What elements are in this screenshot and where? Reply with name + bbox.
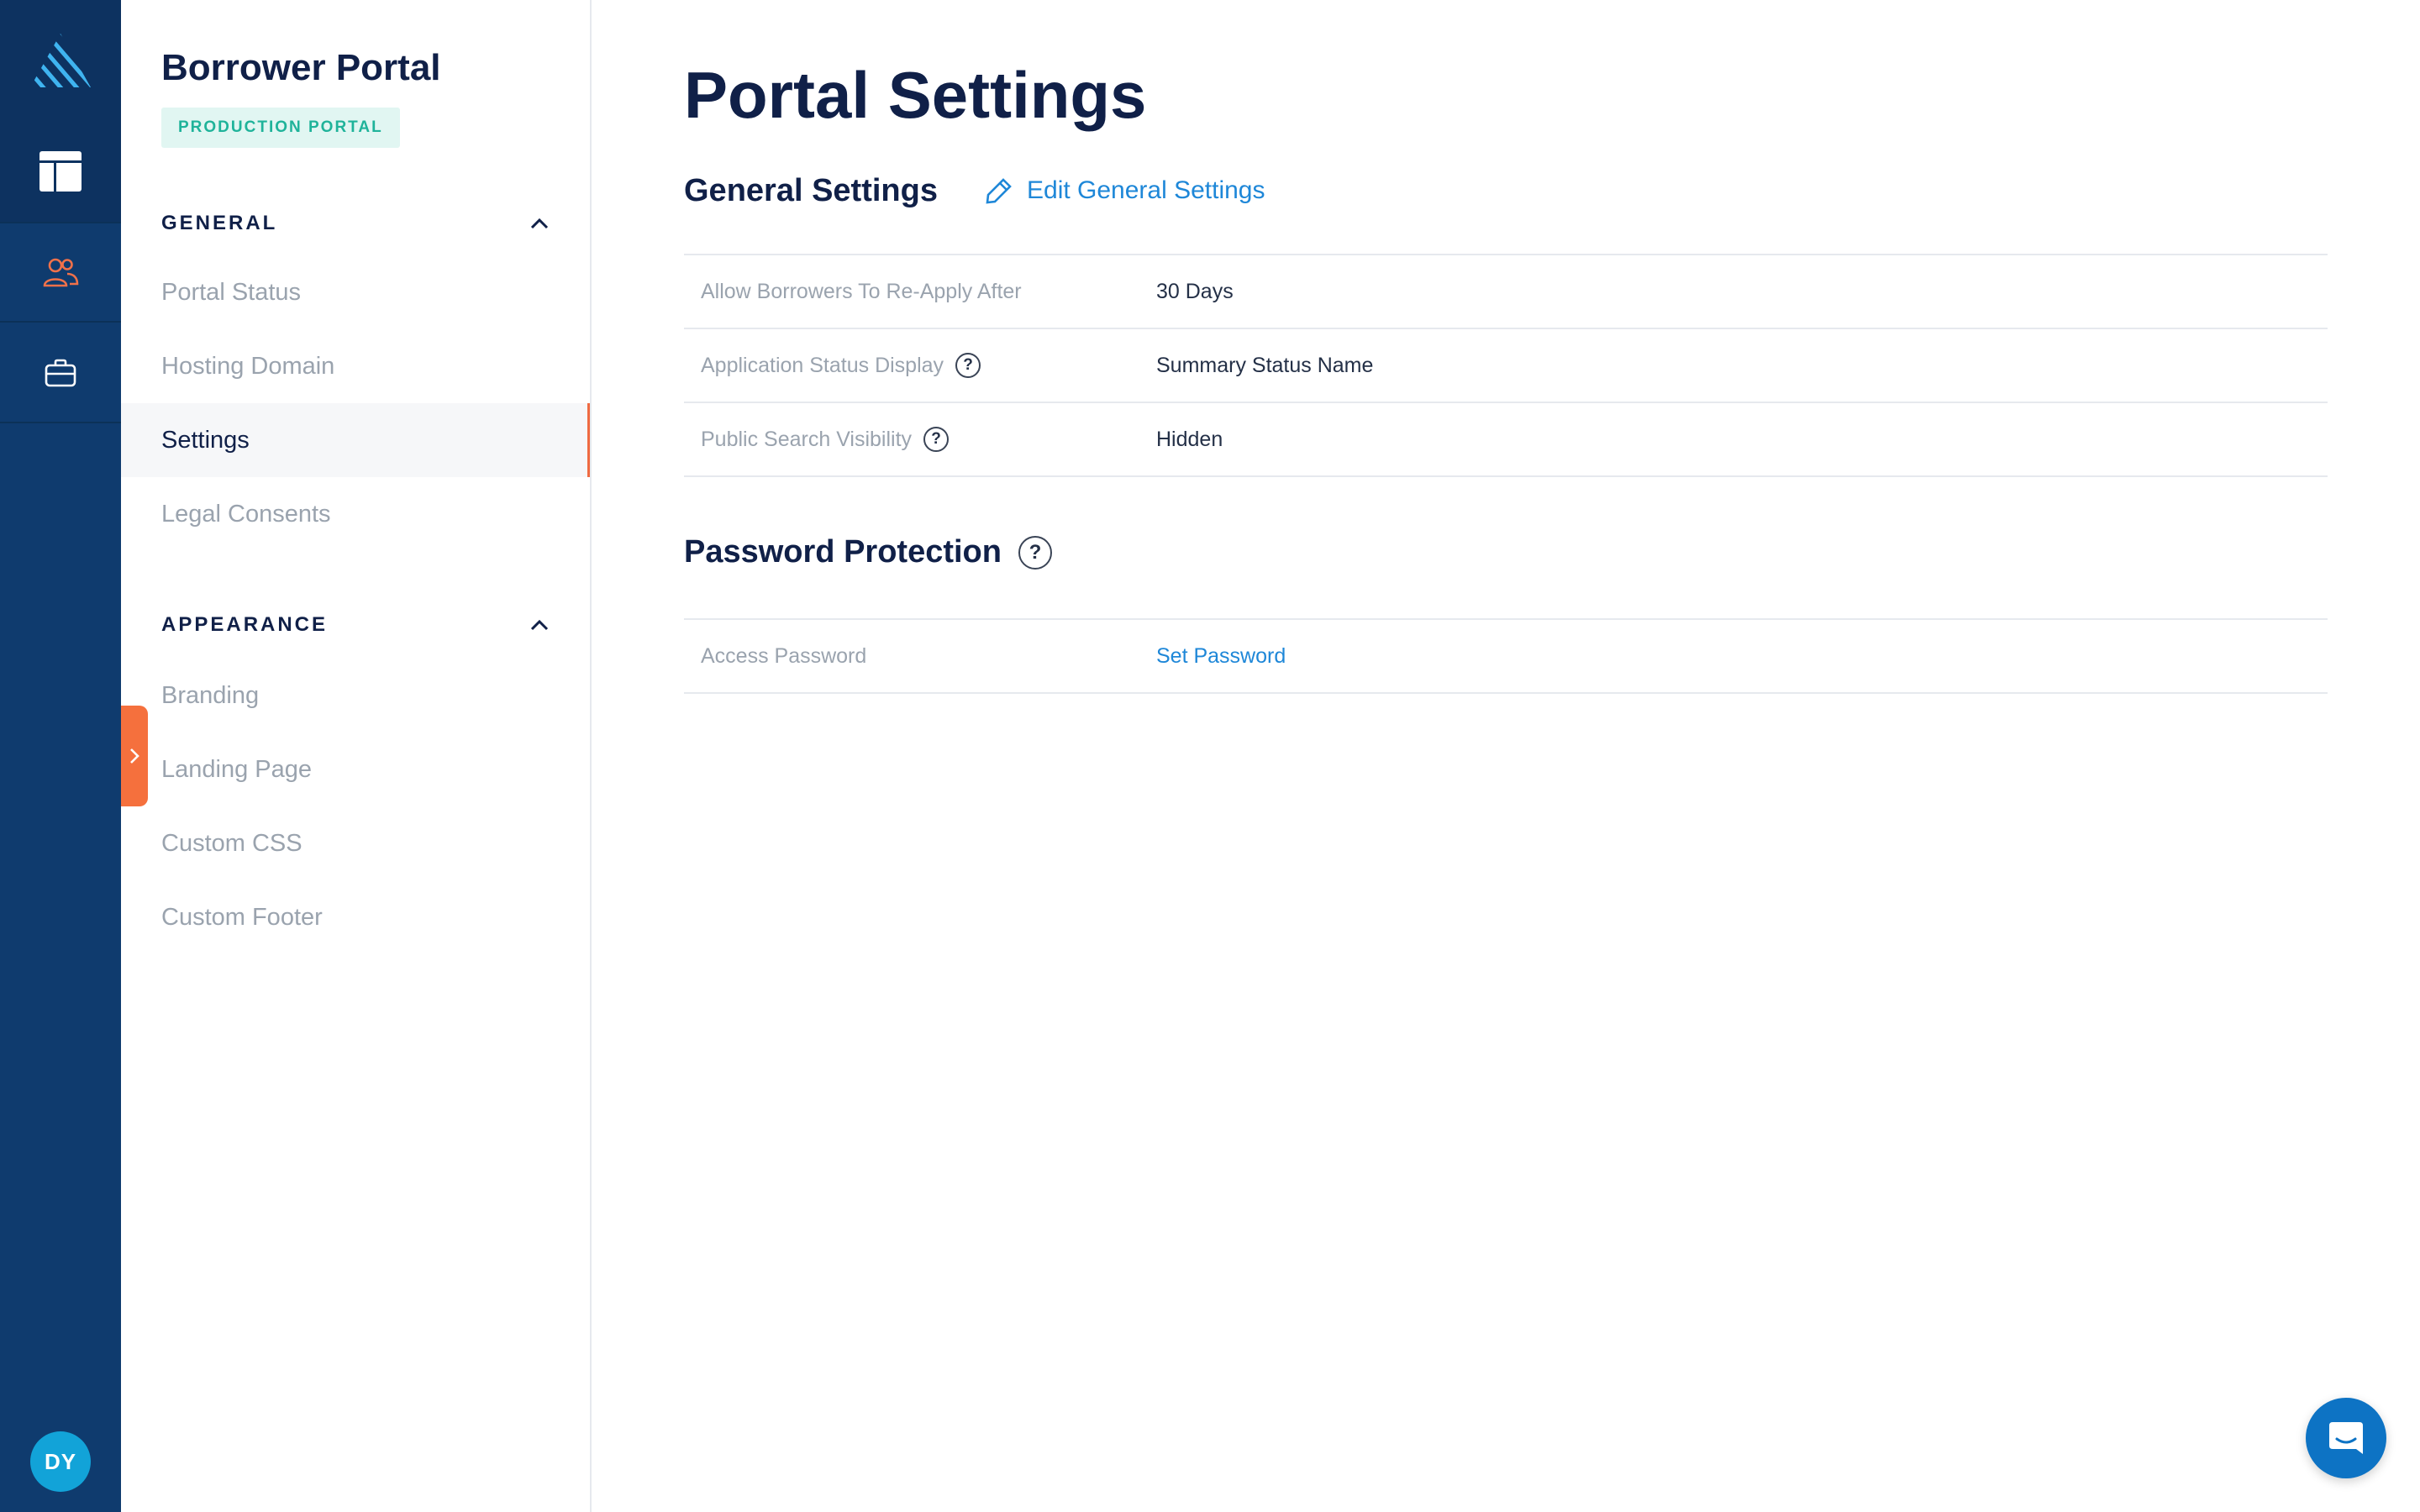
sidebar-item-custom-css[interactable]: Custom CSS xyxy=(121,806,590,880)
table-row: Public Search Visibility ? Hidden xyxy=(684,403,2328,477)
row-value: 30 Days xyxy=(1156,279,1234,303)
section-appearance-heading: APPEARANCE xyxy=(161,613,329,636)
logo-icon[interactable] xyxy=(0,0,121,121)
avatar[interactable]: DY xyxy=(30,1431,91,1492)
row-label: Application Status Display ? xyxy=(684,353,1156,378)
table-row: Application Status Display ? Summary Sta… xyxy=(684,329,2328,403)
dashboard-icon[interactable] xyxy=(0,121,121,222)
password-table: Access Password Set Password xyxy=(684,618,2328,694)
chat-launcher-button[interactable] xyxy=(2306,1398,2386,1478)
row-label-text: Public Search Visibility xyxy=(701,427,913,451)
general-settings-heading-text: General Settings xyxy=(684,173,938,208)
chevron-up-icon[interactable] xyxy=(528,212,551,235)
sidebar-toggle-button[interactable] xyxy=(121,706,148,806)
row-value: Hidden xyxy=(1156,427,1223,451)
help-icon[interactable]: ? xyxy=(923,427,950,452)
password-protection-heading: Password Protection ? xyxy=(684,534,1052,570)
section-appearance-header[interactable]: APPEARANCE xyxy=(161,608,551,642)
help-icon[interactable]: ? xyxy=(955,353,981,378)
edit-general-settings-button[interactable]: Edit General Settings xyxy=(985,176,1265,205)
row-label-text: Application Status Display xyxy=(701,353,944,377)
sidebar-item-branding[interactable]: Branding xyxy=(121,659,590,732)
row-label-text: Access Password xyxy=(701,643,867,668)
password-protection-heading-text: Password Protection xyxy=(684,534,1002,570)
portal-sidebar: Borrower Portal PRODUCTION PORTAL GENERA… xyxy=(121,0,592,1512)
row-label-text: Allow Borrowers To Re-Apply After xyxy=(701,279,1022,303)
row-label: Public Search Visibility ? xyxy=(684,427,1156,452)
sidebar-item-legal-consents[interactable]: Legal Consents xyxy=(121,477,590,551)
general-settings-heading: General Settings xyxy=(684,173,938,209)
pencil-icon xyxy=(986,178,1012,204)
sidebar-item-custom-footer[interactable]: Custom Footer xyxy=(121,880,590,954)
sidebar-item-portal-status[interactable]: Portal Status xyxy=(121,255,590,329)
section-general-heading: GENERAL xyxy=(161,212,278,234)
sidebar-item-landing-page[interactable]: Landing Page xyxy=(121,732,590,806)
page-title: Portal Settings xyxy=(684,58,1147,132)
help-icon[interactable]: ? xyxy=(1018,535,1052,570)
general-settings-table: Allow Borrowers To Re-Apply After 30 Day… xyxy=(684,254,2328,477)
sidebar-item-settings[interactable]: Settings xyxy=(121,403,590,477)
section-general-header[interactable]: GENERAL xyxy=(161,207,551,240)
status-badge: PRODUCTION PORTAL xyxy=(161,108,400,148)
chat-icon xyxy=(2329,1422,2363,1454)
sidebar-title: Borrower Portal xyxy=(161,47,441,88)
people-icon[interactable] xyxy=(0,223,121,323)
sidebar-item-hosting-domain[interactable]: Hosting Domain xyxy=(121,329,590,403)
row-label: Allow Borrowers To Re-Apply After xyxy=(684,280,1156,304)
set-password-link[interactable]: Set Password xyxy=(1156,644,1286,669)
table-row: Access Password Set Password xyxy=(684,620,2328,694)
briefcase-icon[interactable] xyxy=(0,324,121,423)
table-row: Allow Borrowers To Re-Apply After 30 Day… xyxy=(684,255,2328,329)
chevron-right-icon xyxy=(130,748,139,764)
edit-general-settings-label: Edit General Settings xyxy=(1027,176,1265,204)
row-value: Summary Status Name xyxy=(1156,353,1374,377)
row-label: Access Password xyxy=(684,644,1156,669)
chevron-up-icon[interactable] xyxy=(528,613,551,637)
app-rail: DY xyxy=(0,0,121,1512)
